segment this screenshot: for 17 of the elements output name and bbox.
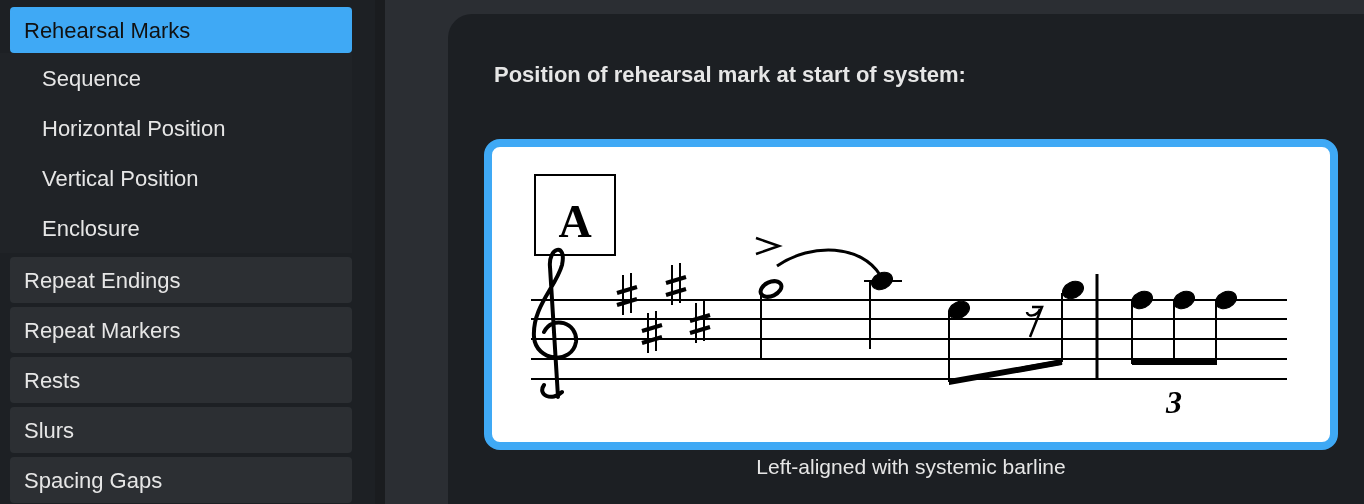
sidebar-subitem[interactable]: Enclosure	[10, 203, 352, 253]
sidebar-subitem[interactable]: Sequence	[10, 53, 352, 103]
sidebar-item[interactable]: Repeat Markers	[10, 307, 352, 353]
sidebar-item[interactable]: Rehearsal Marks	[10, 7, 352, 53]
sidebar-subitem[interactable]: Horizontal Position	[10, 103, 352, 153]
sidebar-item[interactable]: Spacing Gaps	[10, 457, 352, 503]
sidebar-subitem[interactable]: Vertical Position	[10, 153, 352, 203]
accent-icon	[755, 236, 783, 256]
sidebar-item[interactable]: Repeat Endings	[10, 257, 352, 303]
choice-caption: Left-aligned with systemic barline	[756, 454, 1066, 480]
sidebar-item[interactable]: Rests	[10, 357, 352, 403]
tuplet-number: 3	[1166, 384, 1182, 420]
sidebar-item[interactable]: Slurs	[10, 407, 352, 453]
option-choice[interactable]: A 3	[484, 139, 1338, 450]
treble-clef-icon	[532, 247, 578, 399]
option-heading: Position of rehearsal mark at start of system:	[493, 61, 967, 89]
rehearsal-mark: A	[558, 196, 592, 247]
